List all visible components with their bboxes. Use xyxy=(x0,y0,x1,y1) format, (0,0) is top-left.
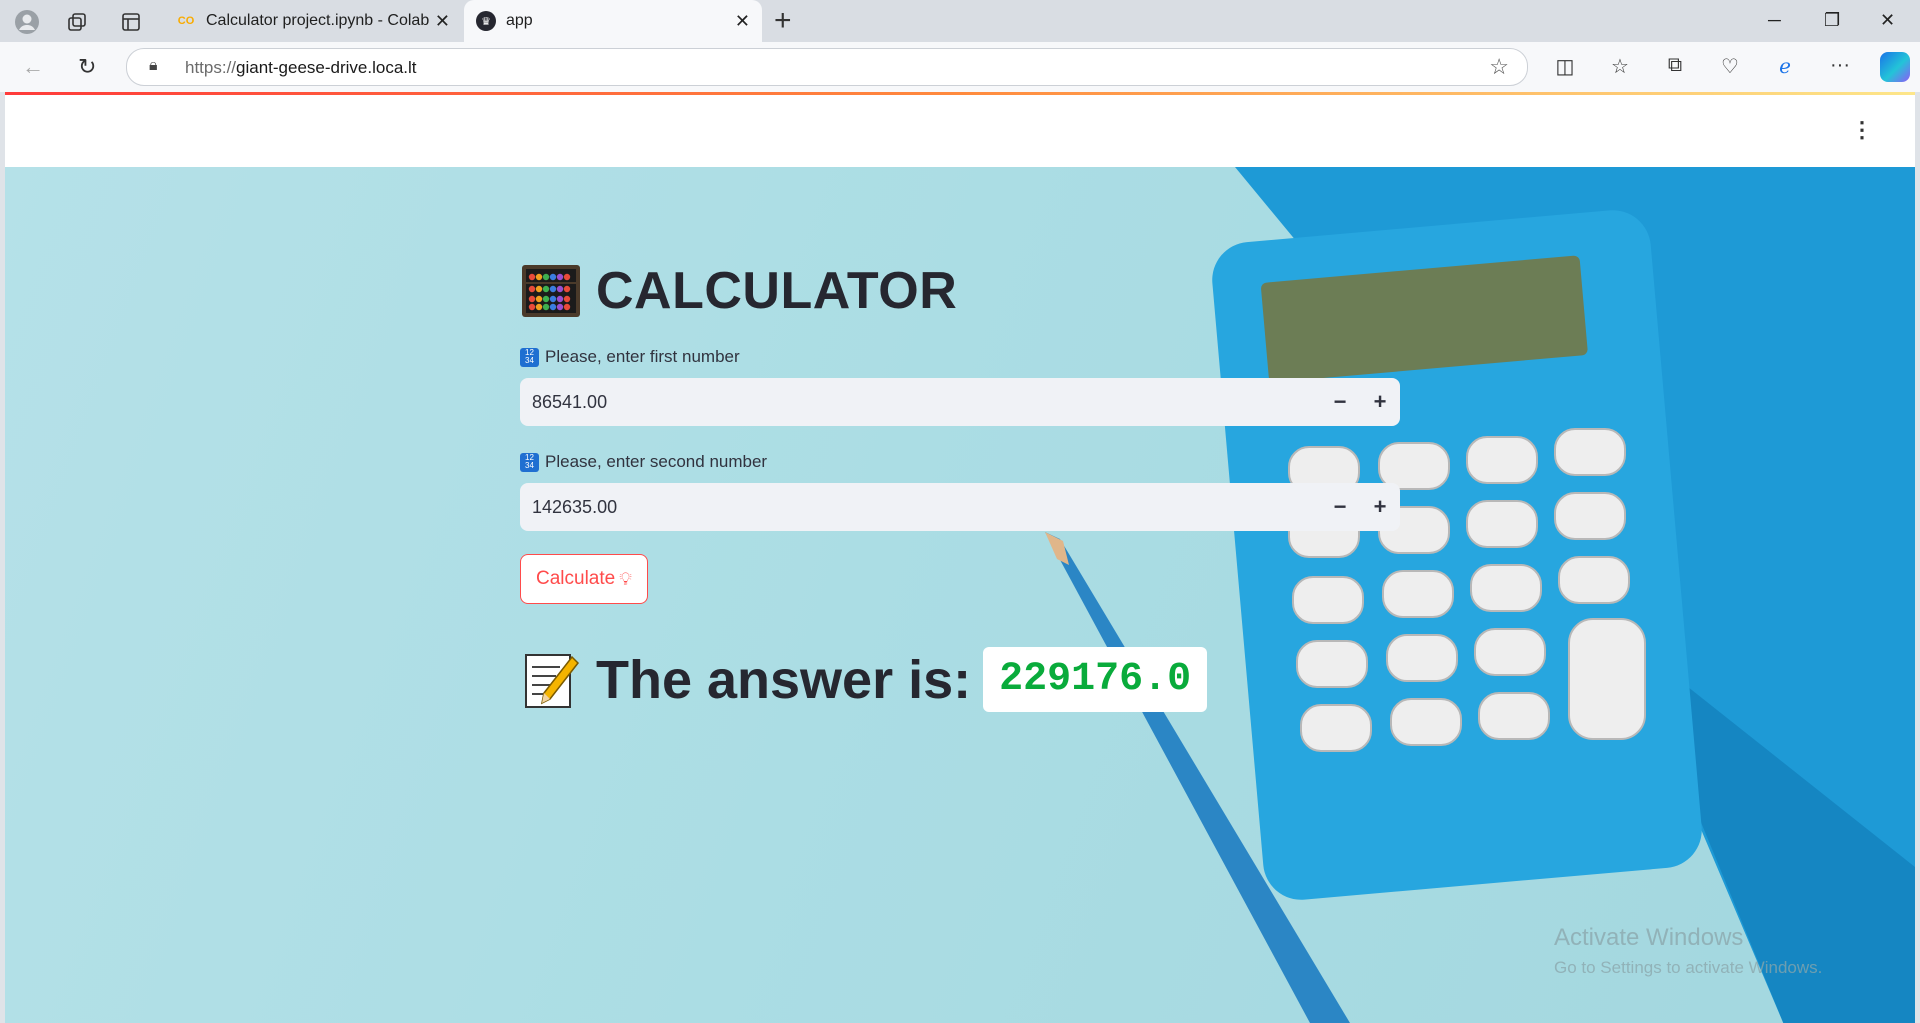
first-number-label-text: Please, enter first number xyxy=(545,347,740,366)
back-icon[interactable]: ← xyxy=(22,54,44,80)
browser-toolbar: ← ↻ 🔒︎ https://giant-geese-drive.loca.lt… xyxy=(0,42,1920,92)
memo-icon xyxy=(525,653,579,708)
colab-icon: CO xyxy=(177,15,195,27)
calculate-button-label: Calculate xyxy=(536,568,616,589)
light-bulb-icon: 💡︎ xyxy=(619,568,632,589)
close-window-icon[interactable]: ✕ xyxy=(1880,10,1895,31)
first-number-value[interactable]: 86541.00 xyxy=(532,392,1320,413)
watermark-line1: Activate Windows xyxy=(1554,924,1744,951)
close-tab-icon[interactable]: ✕ xyxy=(735,11,750,32)
windows-activation-watermark: Activate Windows Go to Settings to activ… xyxy=(1554,924,1822,978)
tab-app[interactable]: ♛ app ✕ xyxy=(464,0,762,42)
abacus-icon xyxy=(522,265,580,317)
first-number-decrement-button[interactable]: − xyxy=(1320,378,1360,426)
first-number-increment-button[interactable]: + xyxy=(1360,378,1400,426)
tab-title: app xyxy=(506,12,533,29)
second-number-increment-button[interactable]: + xyxy=(1360,483,1400,531)
tab-bar: CO Calculator project.ipynb - Colab ✕ ♛ … xyxy=(0,0,1920,42)
calculator-background-illustration xyxy=(1045,167,1915,1023)
more-options-icon[interactable]: ··· xyxy=(1827,54,1853,77)
profile-icon[interactable] xyxy=(14,9,40,35)
second-number-label: 12 34 Please, enter second number xyxy=(520,452,767,472)
first-number-label: 12 34 Please, enter first number xyxy=(520,347,740,367)
refresh-icon[interactable]: ↻ xyxy=(78,54,96,80)
answer-value: 229176.0 xyxy=(983,647,1208,712)
input-numbers-icon: 12 34 xyxy=(520,347,539,367)
new-tab-button[interactable]: + xyxy=(774,6,792,36)
title-row: CALCULATOR xyxy=(520,261,957,321)
address-bar[interactable]: 🔒︎ https://giant-geese-drive.loca.lt ☆ xyxy=(126,48,1528,86)
collections-icon[interactable]: ⧉ xyxy=(1662,54,1688,77)
edge-extension-icon[interactable]: ℯ xyxy=(1772,54,1798,79)
second-number-input[interactable]: 142635.00 − + xyxy=(520,483,1400,531)
watermark-line2: Go to Settings to activate Windows. xyxy=(1554,958,1823,977)
lock-icon[interactable]: 🔒︎ xyxy=(149,57,158,75)
streamlit-crown-icon: ♛ xyxy=(476,11,496,31)
minimize-icon[interactable]: ─ xyxy=(1768,10,1781,31)
favorite-star-icon[interactable]: ☆ xyxy=(1489,54,1509,80)
first-number-input[interactable]: 86541.00 − + xyxy=(520,378,1400,426)
app-background: CALCULATOR 12 34 Please, enter first numb… xyxy=(5,167,1915,1023)
tab-title: Calculator project.ipynb - Colab xyxy=(206,12,430,29)
answer-label: The answer is: xyxy=(596,649,972,710)
restore-icon[interactable]: ❐ xyxy=(1824,10,1840,31)
browser-essentials-icon[interactable]: ♡ xyxy=(1717,54,1743,79)
input-numbers-icon: 12 34 xyxy=(520,452,539,472)
vertical-dots-icon[interactable]: ⋮ xyxy=(1851,119,1873,141)
second-number-label-text: Please, enter second number xyxy=(545,452,768,471)
workspaces-icon[interactable] xyxy=(64,9,90,35)
favorites-icon[interactable]: ☆ xyxy=(1607,54,1633,79)
copilot-icon[interactable] xyxy=(1880,52,1910,82)
second-number-value[interactable]: 142635.00 xyxy=(532,497,1320,518)
second-number-decrement-button[interactable]: − xyxy=(1320,483,1360,531)
answer-row: The answer is: 229176.0 xyxy=(520,647,1208,712)
url-text[interactable]: https://giant-geese-drive.loca.lt xyxy=(185,58,417,78)
calculate-button[interactable]: Calculate 💡︎ xyxy=(520,554,648,604)
close-tab-icon[interactable]: ✕ xyxy=(435,11,450,32)
vertical-tabs-icon[interactable] xyxy=(118,9,144,35)
tab-colab[interactable]: CO Calculator project.ipynb - Colab ✕ xyxy=(164,0,462,42)
page-title: CALCULATOR xyxy=(596,262,958,320)
app-header: ⋮ xyxy=(5,95,1915,167)
split-screen-icon[interactable]: ◫ xyxy=(1552,54,1578,79)
